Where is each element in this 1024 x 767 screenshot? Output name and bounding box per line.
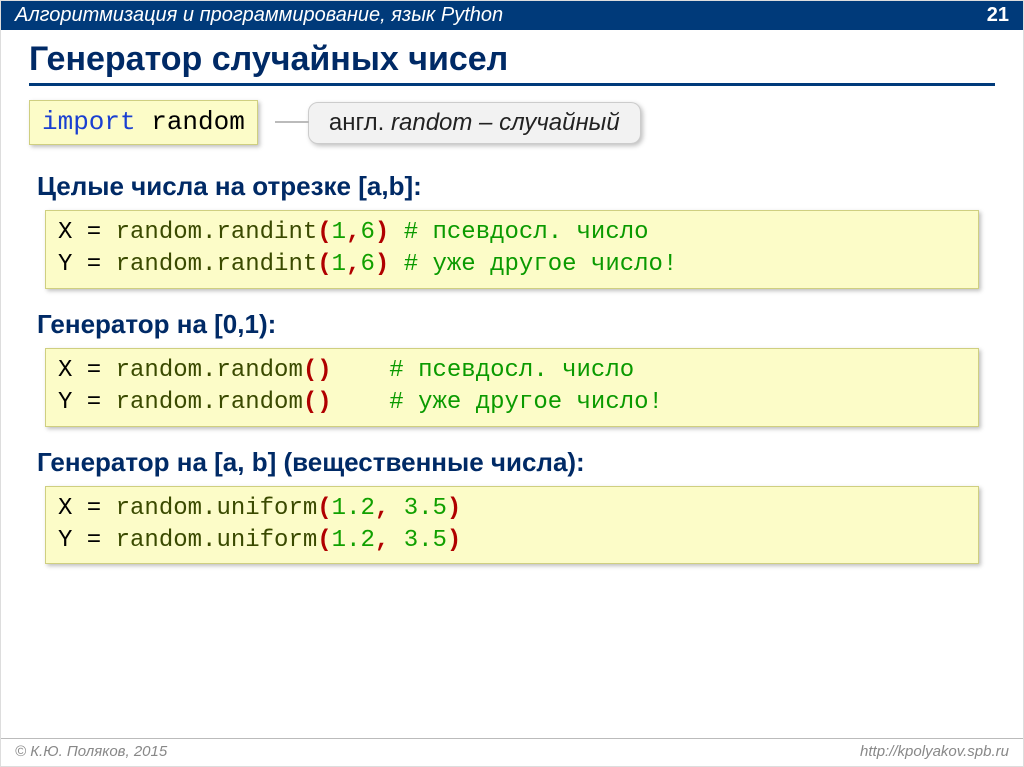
- footer-bar: © К.Ю. Поляков, 2015 http://kpolyakov.sp…: [1, 738, 1023, 766]
- content-area: Генератор случайных чисел import random …: [1, 30, 1023, 738]
- code-line: Y = random.randint(1,6) # уже другое чис…: [58, 251, 677, 278]
- code-line: X = random.random() # псевдосл. число: [58, 357, 634, 384]
- header-bar: Алгоритмизация и программирование, язык …: [1, 1, 1023, 30]
- section-heading-1: Генератор на [0,1):: [37, 309, 995, 340]
- callout-word: random: [391, 109, 472, 136]
- footer-url: http://kpolyakov.spb.ru: [860, 743, 1009, 760]
- section-heading-2: Генератор на [a, b] (вещественные числа)…: [37, 447, 995, 478]
- codebox-0: X = random.randint(1,6) # псевдосл. числ…: [45, 210, 979, 289]
- import-row: import random англ. random – случайный: [29, 100, 995, 145]
- code-line: X = random.uniform(1.2, 3.5): [58, 495, 461, 522]
- callout-suffix: – случайный: [472, 109, 619, 136]
- codebox-2: X = random.uniform(1.2, 3.5) Y = random.…: [45, 486, 979, 565]
- codebox-1: X = random.random() # псевдосл. число Y …: [45, 348, 979, 427]
- callout-prefix: англ.: [329, 109, 391, 136]
- section-heading-0: Целые числа на отрезке [a,b]:: [37, 171, 995, 202]
- slide-title: Генератор случайных чисел: [29, 40, 995, 86]
- keyword-import: import: [42, 107, 136, 137]
- copyright-text: © К.Ю. Поляков, 2015: [15, 743, 167, 760]
- course-title: Алгоритмизация и программирование, язык …: [15, 4, 503, 27]
- import-codebox: import random: [29, 100, 258, 145]
- code-line: Y = random.uniform(1.2, 3.5): [58, 527, 461, 554]
- slide: Алгоритмизация и программирование, язык …: [0, 0, 1024, 767]
- page-number: 21: [987, 4, 1009, 27]
- code-line: X = random.randint(1,6) # псевдосл. числ…: [58, 219, 649, 246]
- module-name: random: [136, 107, 245, 137]
- code-line: Y = random.random() # уже другое число!: [58, 389, 663, 416]
- callout-random: англ. random – случайный: [308, 102, 641, 144]
